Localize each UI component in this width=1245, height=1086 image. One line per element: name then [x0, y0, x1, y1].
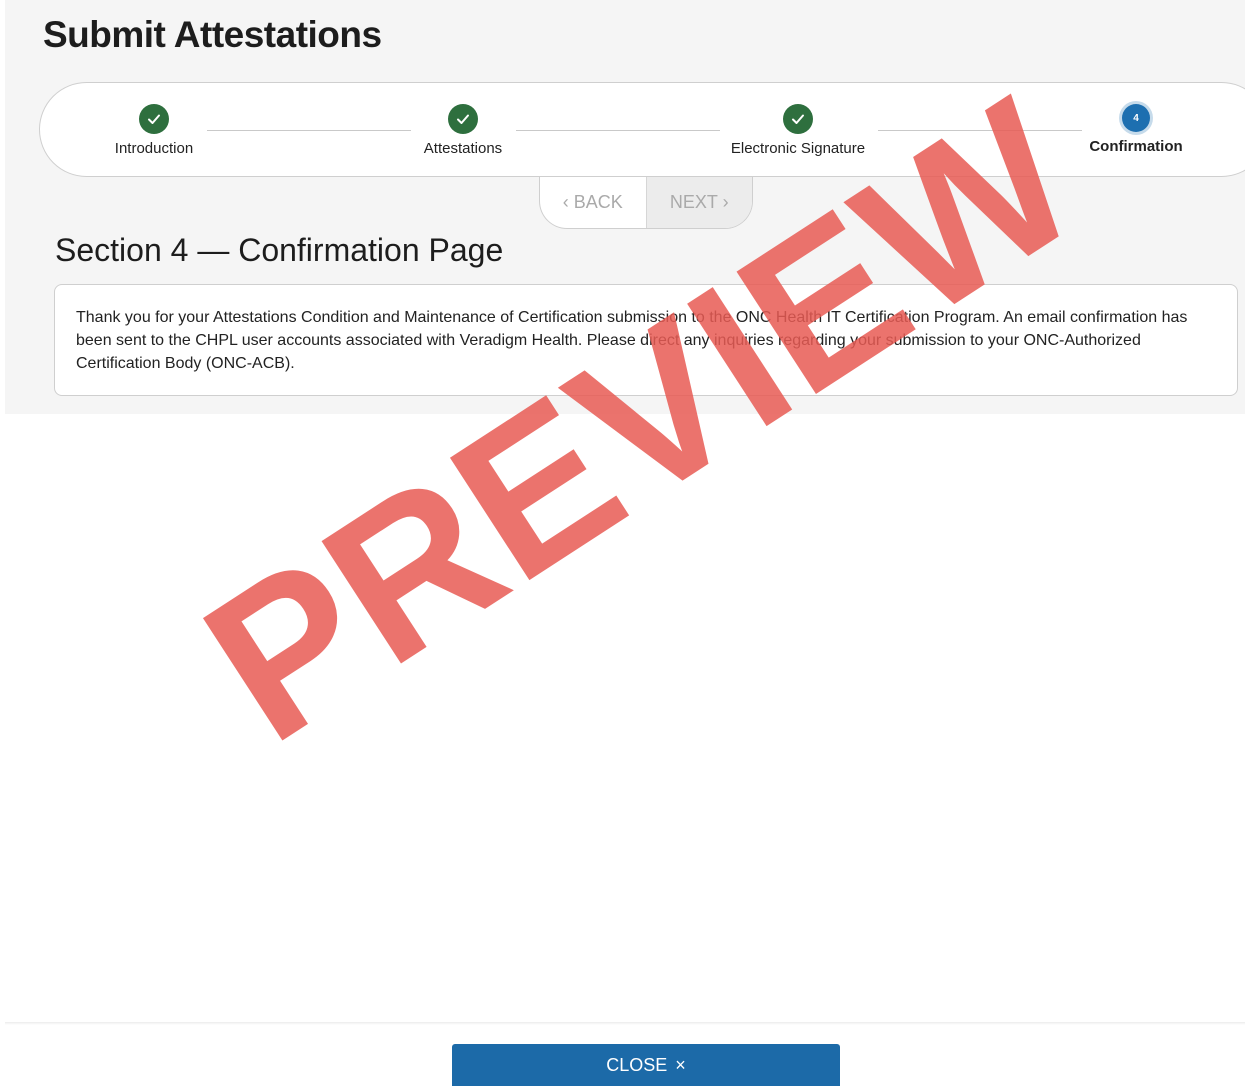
close-button-label: CLOSE	[606, 1054, 668, 1075]
step-label: Electronic Signature	[730, 140, 866, 157]
check-icon	[783, 104, 813, 134]
section-title: Section 4 — Confirmation Page	[55, 232, 504, 268]
progress-stepper: Introduction Attestations Electronic Sig…	[39, 82, 1245, 177]
step-confirmation[interactable]: 4 Confirmation	[1036, 104, 1236, 155]
close-button[interactable]: CLOSE ×	[452, 1044, 840, 1086]
check-icon	[139, 104, 169, 134]
confirmation-message: Thank you for your Attestations Conditio…	[54, 284, 1238, 396]
footer-divider	[5, 1022, 1245, 1025]
step-label: Introduction	[114, 140, 194, 157]
check-icon	[448, 104, 478, 134]
page-title: Submit Attestations	[43, 14, 382, 55]
step-label: Attestations	[423, 140, 503, 157]
step-attestations[interactable]: Attestations	[363, 104, 563, 157]
step-number-badge: 4	[1122, 104, 1150, 132]
step-introduction[interactable]: Introduction	[54, 104, 254, 157]
step-electronic-signature[interactable]: Electronic Signature	[698, 104, 898, 157]
back-button[interactable]: ‹ BACK	[540, 177, 646, 228]
step-navigation: ‹ BACK NEXT ›	[539, 177, 753, 229]
step-label: Confirmation	[1089, 138, 1183, 155]
next-button[interactable]: NEXT ›	[645, 177, 752, 228]
close-icon: ×	[675, 1054, 686, 1075]
